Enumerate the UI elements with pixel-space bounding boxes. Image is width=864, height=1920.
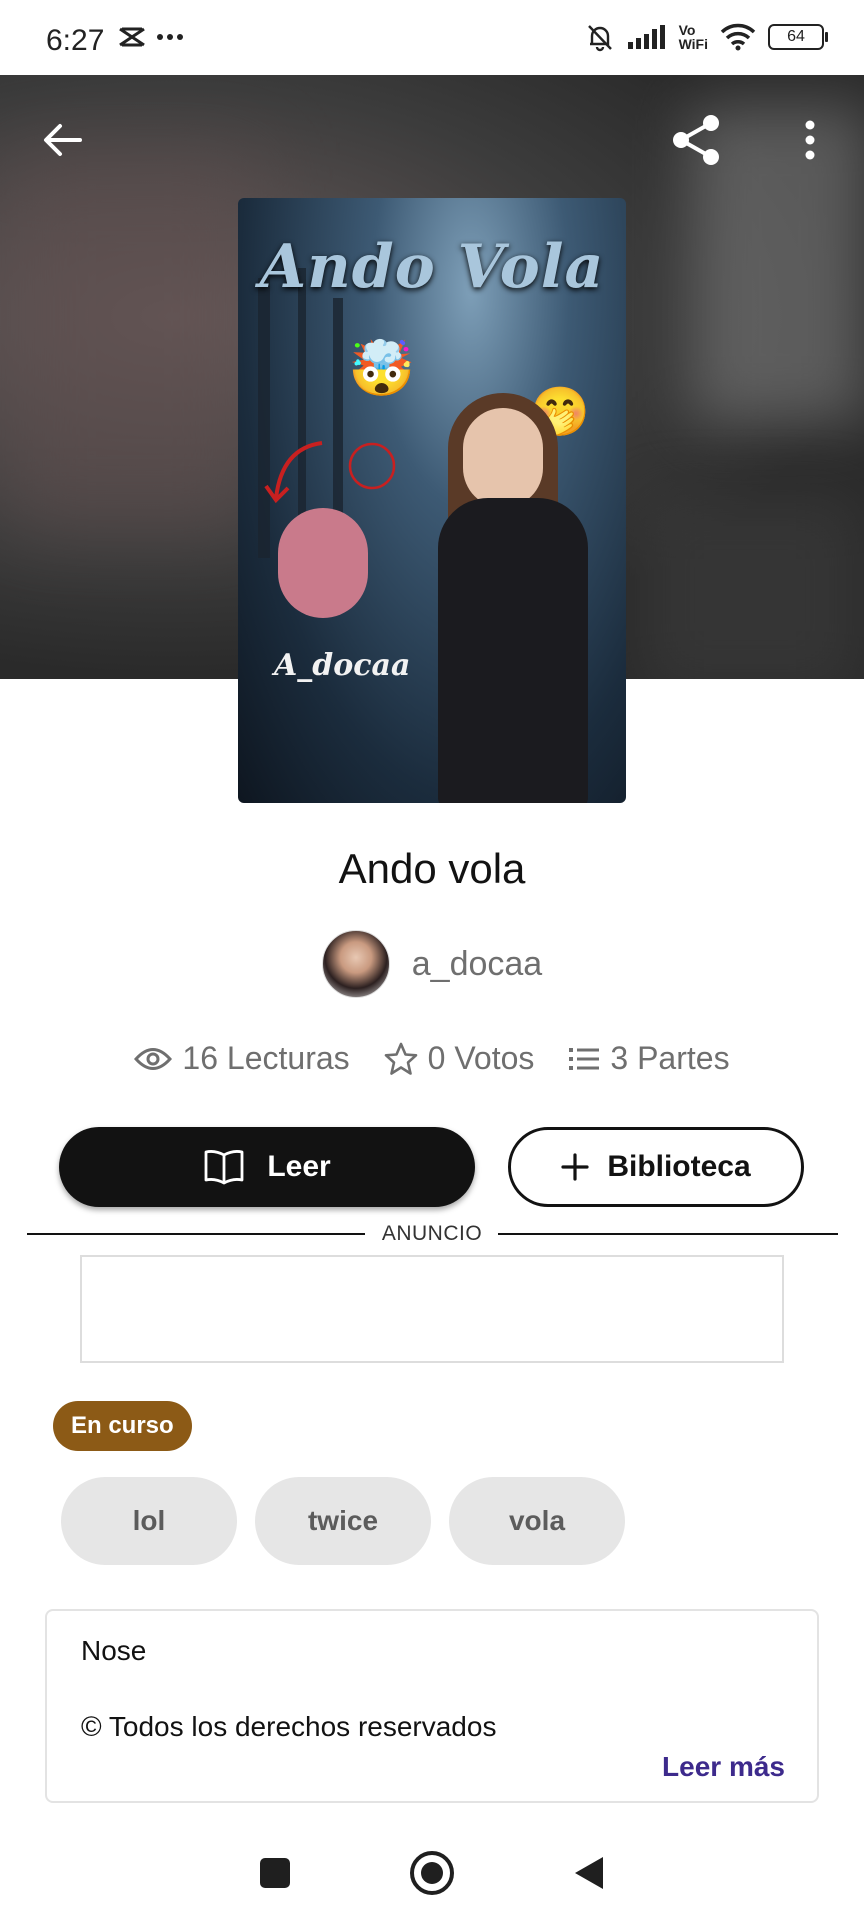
parts-count[interactable]: 3 Partes bbox=[610, 1040, 729, 1077]
ad-slot[interactable] bbox=[80, 1255, 784, 1363]
read-more-link[interactable]: Leer más bbox=[662, 1751, 785, 1783]
mute-icon bbox=[587, 25, 612, 52]
arrow-left-icon bbox=[44, 124, 82, 156]
description-line: Nose bbox=[81, 1635, 147, 1666]
vowifi-icon: Vo WiFi bbox=[679, 23, 708, 51]
copyright-line: © Todos los derechos reservados bbox=[81, 1711, 497, 1742]
tag-chip[interactable]: lol bbox=[61, 1477, 237, 1565]
votes-stat: 0 Votos bbox=[384, 1040, 535, 1077]
author-name[interactable]: a_docaa bbox=[412, 945, 542, 984]
mind-blown-emoji-icon: 🤯 bbox=[348, 339, 416, 399]
cover-small-photo bbox=[278, 508, 368, 618]
tag-list: lol twice vola bbox=[61, 1477, 625, 1565]
back-nav-button[interactable] bbox=[573, 1855, 605, 1896]
read-button[interactable]: Leer bbox=[59, 1127, 475, 1207]
recent-apps-button[interactable] bbox=[259, 1857, 291, 1894]
open-book-icon bbox=[204, 1150, 244, 1185]
triangle-back-icon bbox=[575, 1856, 603, 1889]
star-icon bbox=[384, 1042, 417, 1075]
signal-icon bbox=[627, 25, 665, 49]
story-stats: 16 Lecturas 0 Votos 3 Partes bbox=[0, 1040, 864, 1077]
status-left-icons bbox=[118, 26, 184, 48]
list-icon bbox=[569, 1047, 600, 1070]
back-button[interactable] bbox=[32, 110, 92, 170]
more-menu-button[interactable] bbox=[780, 110, 840, 170]
capcut-icon bbox=[119, 27, 145, 47]
story-status-badge: En curso bbox=[53, 1401, 192, 1451]
author-avatar[interactable] bbox=[321, 930, 390, 998]
vowifi-label-bottom: WiFi bbox=[678, 36, 708, 52]
red-arrow-icon bbox=[264, 441, 396, 504]
more-dots-icon bbox=[157, 34, 183, 40]
status-right-icons: Vo WiFi 64 bbox=[585, 22, 828, 52]
parts-stat[interactable]: 3 Partes bbox=[568, 1040, 730, 1077]
system-navigation-bar bbox=[0, 1830, 864, 1920]
square-icon bbox=[260, 1857, 290, 1888]
reads-count: 16 Lecturas bbox=[182, 1040, 350, 1076]
ad-label: ANUNCIO bbox=[381, 1222, 483, 1245]
status-bar: 6:27 Vo WiFi 64 bbox=[0, 0, 864, 75]
story-title: Ando vola bbox=[338, 845, 526, 892]
share-icon bbox=[673, 115, 719, 165]
read-button-label: Leer bbox=[267, 1150, 331, 1183]
home-circle-icon bbox=[410, 1850, 454, 1895]
description-card: Nose © Todos los derechos reservados Lee… bbox=[45, 1609, 819, 1803]
wifi-icon bbox=[720, 23, 756, 51]
cover-title: Ando Vola bbox=[259, 232, 605, 302]
home-button[interactable] bbox=[409, 1850, 455, 1901]
reads-stat: 16 Lecturas bbox=[134, 1040, 350, 1077]
book-cover[interactable]: Ando Vola 🤯 🤭 A_docaa bbox=[238, 198, 626, 803]
plus-icon bbox=[561, 1153, 589, 1181]
tag-chip[interactable]: vola bbox=[449, 1477, 625, 1565]
votes-count: 0 Votos bbox=[427, 1040, 535, 1076]
share-button[interactable] bbox=[666, 110, 726, 170]
vowifi-label-top: Vo bbox=[678, 22, 696, 38]
eye-icon bbox=[134, 1047, 173, 1070]
cover-author-mark: A_docaa bbox=[274, 648, 411, 683]
add-to-library-button[interactable]: Biblioteca bbox=[508, 1127, 804, 1207]
tag-chip[interactable]: twice bbox=[255, 1477, 431, 1565]
author-link[interactable]: a_docaa bbox=[0, 930, 864, 998]
battery-icon: 64 bbox=[768, 24, 828, 50]
status-time: 6:27 bbox=[46, 24, 105, 57]
library-button-label: Biblioteca bbox=[607, 1150, 751, 1183]
more-vertical-icon bbox=[805, 120, 815, 160]
